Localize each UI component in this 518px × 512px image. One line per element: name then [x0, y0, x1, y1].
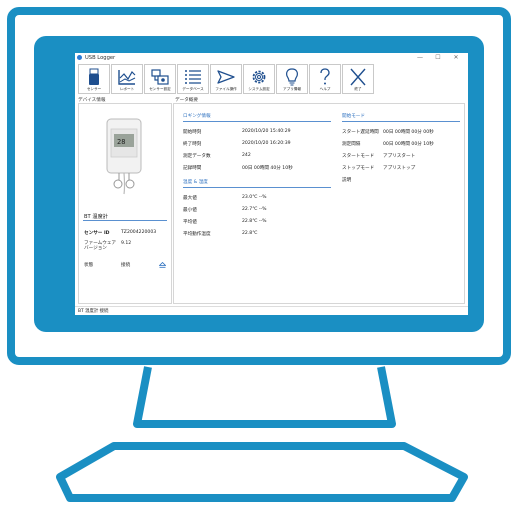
min-value: 22.7℃ --% [242, 207, 267, 212]
eject-icon[interactable] [159, 262, 166, 268]
close-x-icon [350, 68, 366, 86]
question-icon [320, 68, 330, 85]
status-value: 接続 [121, 263, 131, 268]
toolbar: センサー レポート センサー設定 データベース ファイル操作 システム設定 アプ… [78, 64, 374, 94]
toolbar-exit-label: 終了 [354, 87, 362, 91]
sensor-id-value: TZ2004220003 [121, 230, 157, 235]
start-time-value: 2020/10/20 15:40:29 [242, 129, 291, 134]
toolbar-database-label: データベース [182, 87, 204, 91]
sensor-settings-icon [151, 69, 169, 85]
mean-kinetic-temp-value: 22.8℃ [242, 231, 258, 236]
toolbar-database-button[interactable]: データベース [177, 64, 209, 94]
start-delay-value: 00日 00時間 00分 00秒 [383, 130, 434, 135]
logging-divider [183, 121, 331, 122]
toolbar-app-info-label: アプリ情報 [283, 87, 301, 91]
start-mode-value: アプリスタート [383, 154, 416, 159]
toolbar-sensor-button[interactable]: センサー [78, 64, 110, 94]
description-label: 説明 [342, 178, 352, 183]
toolbar-sensor-settings-label: センサー設定 [149, 87, 171, 91]
start-delay-label: スタート遅延時間 [342, 130, 379, 135]
window-title: USB Logger [85, 55, 116, 61]
sensor-id-label: センサー ID [84, 231, 110, 236]
send-arrow-icon [217, 70, 235, 84]
toolbar-system-settings-label: システム設定 [248, 87, 270, 91]
toolbar-file-button[interactable]: ファイル操作 [210, 64, 242, 94]
app-window: USB Logger — ☐ ✕ センサー レポート センサー設定 データベース… [75, 53, 468, 315]
avg-value: 22.8℃ --% [242, 219, 267, 224]
status-bar: BT 温度計 接続 [75, 306, 468, 315]
usb-drive-icon [89, 68, 99, 85]
minimize-button[interactable]: — [411, 53, 429, 63]
title-bar: USB Logger — ☐ ✕ [75, 53, 468, 63]
list-database-icon [185, 70, 201, 84]
data-count-label: 測定データ数 [183, 154, 211, 159]
gear-icon [252, 70, 266, 84]
mean-kinetic-temp-label: 平均動作温度 [183, 232, 211, 237]
svg-text:28: 28 [117, 138, 125, 146]
device-name: BT 温度計 [84, 214, 108, 220]
start-mode-divider [342, 121, 460, 122]
toolbar-report-button[interactable]: レポート [111, 64, 143, 94]
record-duration-value: 00日 00時間 40分 10秒 [242, 166, 293, 171]
firmware-label: ファームウェア バージョン [84, 241, 117, 251]
monitor-neck [133, 366, 396, 428]
start-mode-section-title: 開始モード [342, 114, 365, 119]
avg-value-label: 平均値 [183, 220, 197, 225]
toolbar-exit-button[interactable]: 終了 [342, 64, 374, 94]
max-value-label: 最大値 [183, 196, 197, 201]
data-summary-panel: ロギング情報 開始時刻 2020/10/20 15:40:29 終了時刻 202… [173, 103, 465, 304]
device-info-panel: 28 BT 温度計 センサー ID TZ2004220003 ファームウェア バ… [78, 103, 172, 304]
toolbar-file-label: ファイル操作 [215, 87, 237, 91]
stop-mode-value: アプリストップ [383, 166, 416, 171]
thermometer-device-image: 28 [106, 118, 142, 195]
toolbar-help-button[interactable]: ヘルプ [309, 64, 341, 94]
temperature-divider [183, 187, 331, 188]
chart-report-icon [118, 70, 136, 85]
status-bar-text: BT 温度計 接続 [78, 309, 109, 314]
end-time-label: 終了時刻 [183, 142, 202, 147]
toolbar-help-label: ヘルプ [319, 87, 331, 91]
logging-section-title: ロギング情報 [183, 114, 211, 119]
firmware-value: 9.12 [121, 241, 132, 246]
monitor-base [56, 442, 468, 502]
end-time-value: 2020/10/20 16:20:39 [242, 141, 291, 146]
toolbar-report-label: レポート [119, 87, 135, 91]
status-label: 状態 [84, 263, 94, 268]
min-value-label: 最小値 [183, 208, 197, 213]
app-logo-icon [77, 55, 82, 60]
toolbar-app-info-button[interactable]: アプリ情報 [276, 64, 308, 94]
toolbar-system-settings-button[interactable]: システム設定 [243, 64, 275, 94]
record-duration-label: 記録時間 [183, 166, 202, 171]
start-time-label: 開始時刻 [183, 130, 202, 135]
temperature-section-title: 温度 & 湿度 [183, 180, 208, 185]
toolbar-sensor-label: センサー [86, 87, 102, 91]
close-button[interactable]: ✕ [447, 53, 465, 63]
interval-label: 測定間隔 [342, 142, 361, 147]
data-count-value: 242 [242, 153, 251, 158]
interval-value: 00日 00時間 00分 10秒 [383, 142, 434, 147]
device-name-divider [83, 220, 167, 221]
toolbar-sensor-settings-button[interactable]: センサー設定 [144, 64, 176, 94]
maximize-button[interactable]: ☐ [429, 53, 447, 63]
max-value: 23.0℃ --% [242, 195, 267, 200]
stop-mode-label: ストップモード [342, 166, 375, 171]
lightbulb-icon [286, 68, 298, 86]
start-mode-label: スタートモード [342, 154, 375, 159]
